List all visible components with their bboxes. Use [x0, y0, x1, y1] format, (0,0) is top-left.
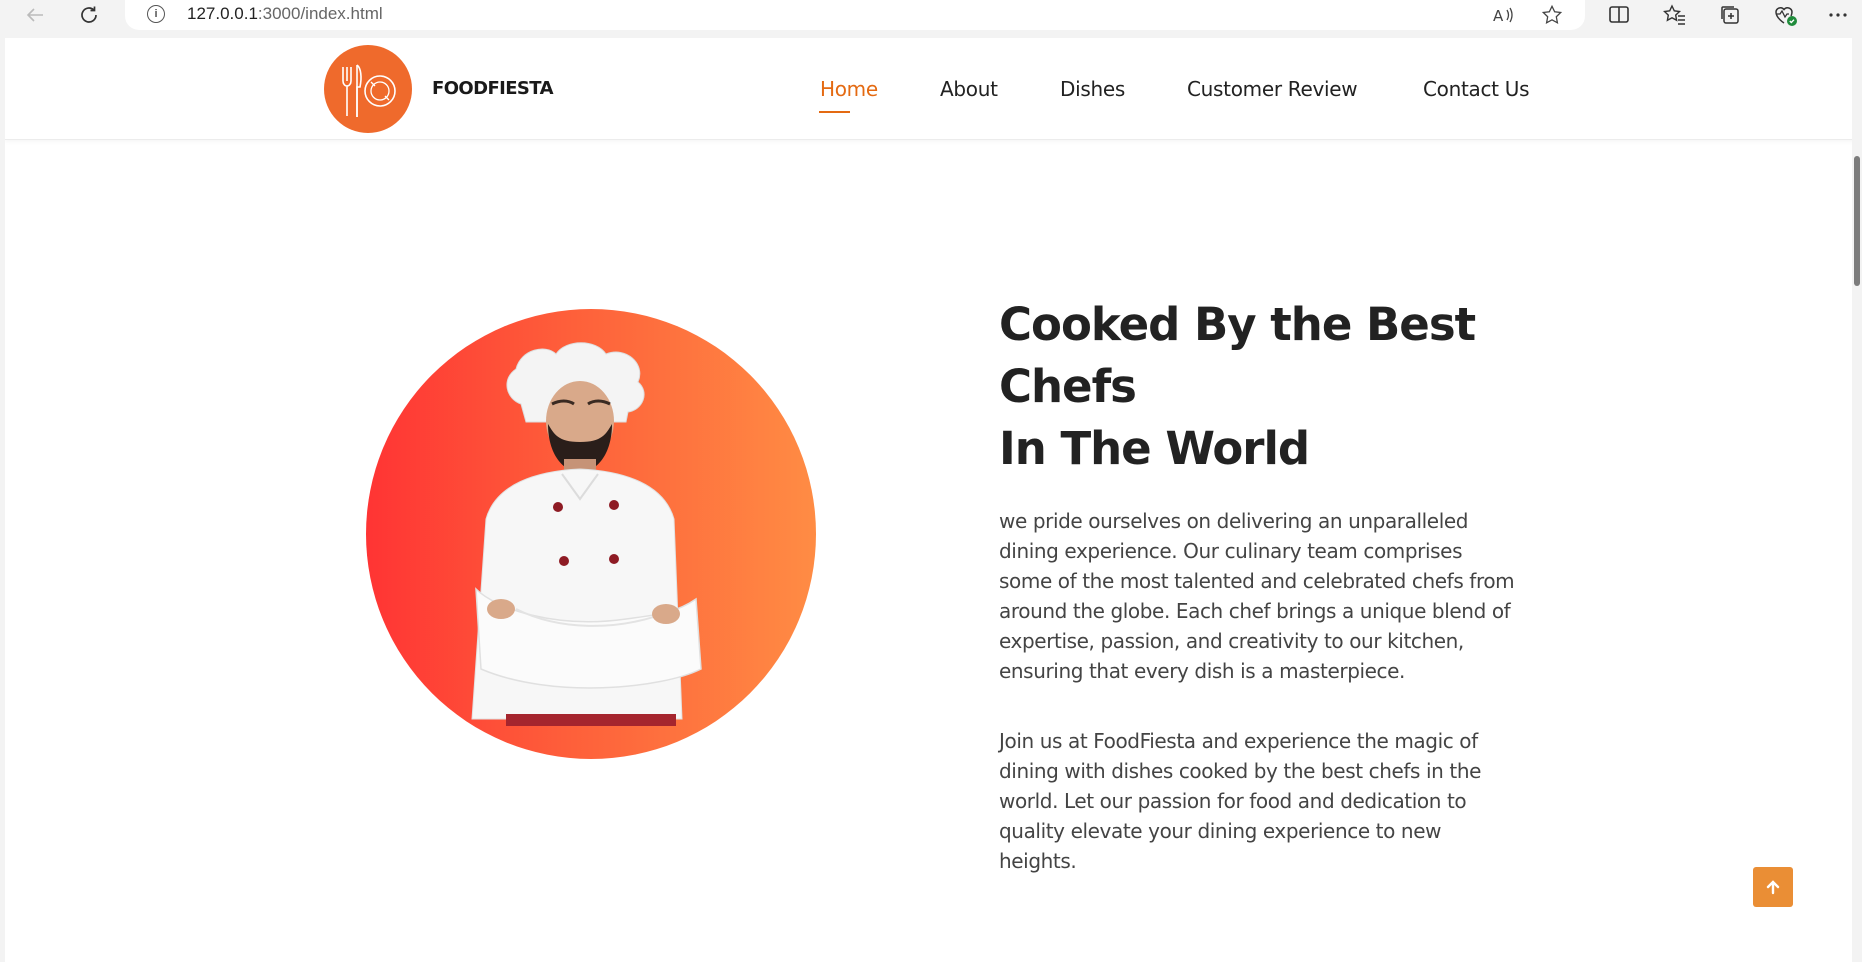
star-icon[interactable] — [1540, 3, 1564, 27]
nav-about[interactable]: About — [940, 77, 998, 101]
hero-headline-line3: In The World — [999, 422, 1310, 475]
more-icon[interactable] — [1818, 0, 1858, 30]
favorites-list-icon[interactable] — [1655, 0, 1695, 30]
nav-contact-us[interactable]: Contact Us — [1423, 77, 1530, 101]
back-arrow-icon[interactable] — [15, 0, 55, 30]
page-scrollbar[interactable] — [1852, 38, 1862, 962]
arrow-up-icon — [1766, 880, 1780, 895]
browser-essentials-icon[interactable] — [1765, 0, 1805, 30]
url-text: 127.0.0.1:3000/index.html — [187, 4, 383, 23]
info-icon[interactable]: i — [147, 5, 165, 23]
hero-headline: Cooked By the Best Chefs In The World — [999, 294, 1519, 480]
brand-name[interactable]: FOODFIESTA — [432, 78, 554, 99]
hero-paragraph-2: Join us at FoodFiesta and experience the… — [999, 729, 1482, 873]
page-viewport: FOODFIESTA Home About Dishes Customer Re… — [5, 38, 1856, 962]
nav-dishes[interactable]: Dishes — [1060, 77, 1125, 101]
svg-text:A: A — [1493, 7, 1504, 25]
browser-toolbar: i 127.0.0.1:3000/index.html A — [0, 0, 1862, 32]
address-bar[interactable]: i 127.0.0.1:3000/index.html A — [125, 0, 1585, 30]
split-screen-icon[interactable] — [1599, 0, 1639, 30]
hero-headline-line1: Cooked By the Best — [999, 298, 1476, 351]
logo-icon[interactable] — [324, 45, 412, 133]
site-header: FOODFIESTA Home About Dishes Customer Re… — [5, 38, 1856, 140]
nav-active-indicator — [819, 111, 850, 113]
nav-home[interactable]: Home — [820, 77, 878, 101]
scrollbar-thumb[interactable] — [1854, 156, 1860, 286]
scroll-to-top-button[interactable] — [1753, 867, 1793, 907]
chef-image — [366, 309, 816, 759]
hero-headline-line2: Chefs — [999, 360, 1137, 413]
hero-paragraph-1: we pride ourselves on delivering an unpa… — [999, 509, 1515, 683]
collections-icon[interactable] — [1710, 0, 1750, 30]
nav-customer-review[interactable]: Customer Review — [1187, 77, 1358, 101]
read-aloud-icon[interactable]: A — [1491, 3, 1515, 27]
reload-icon[interactable] — [69, 0, 109, 30]
